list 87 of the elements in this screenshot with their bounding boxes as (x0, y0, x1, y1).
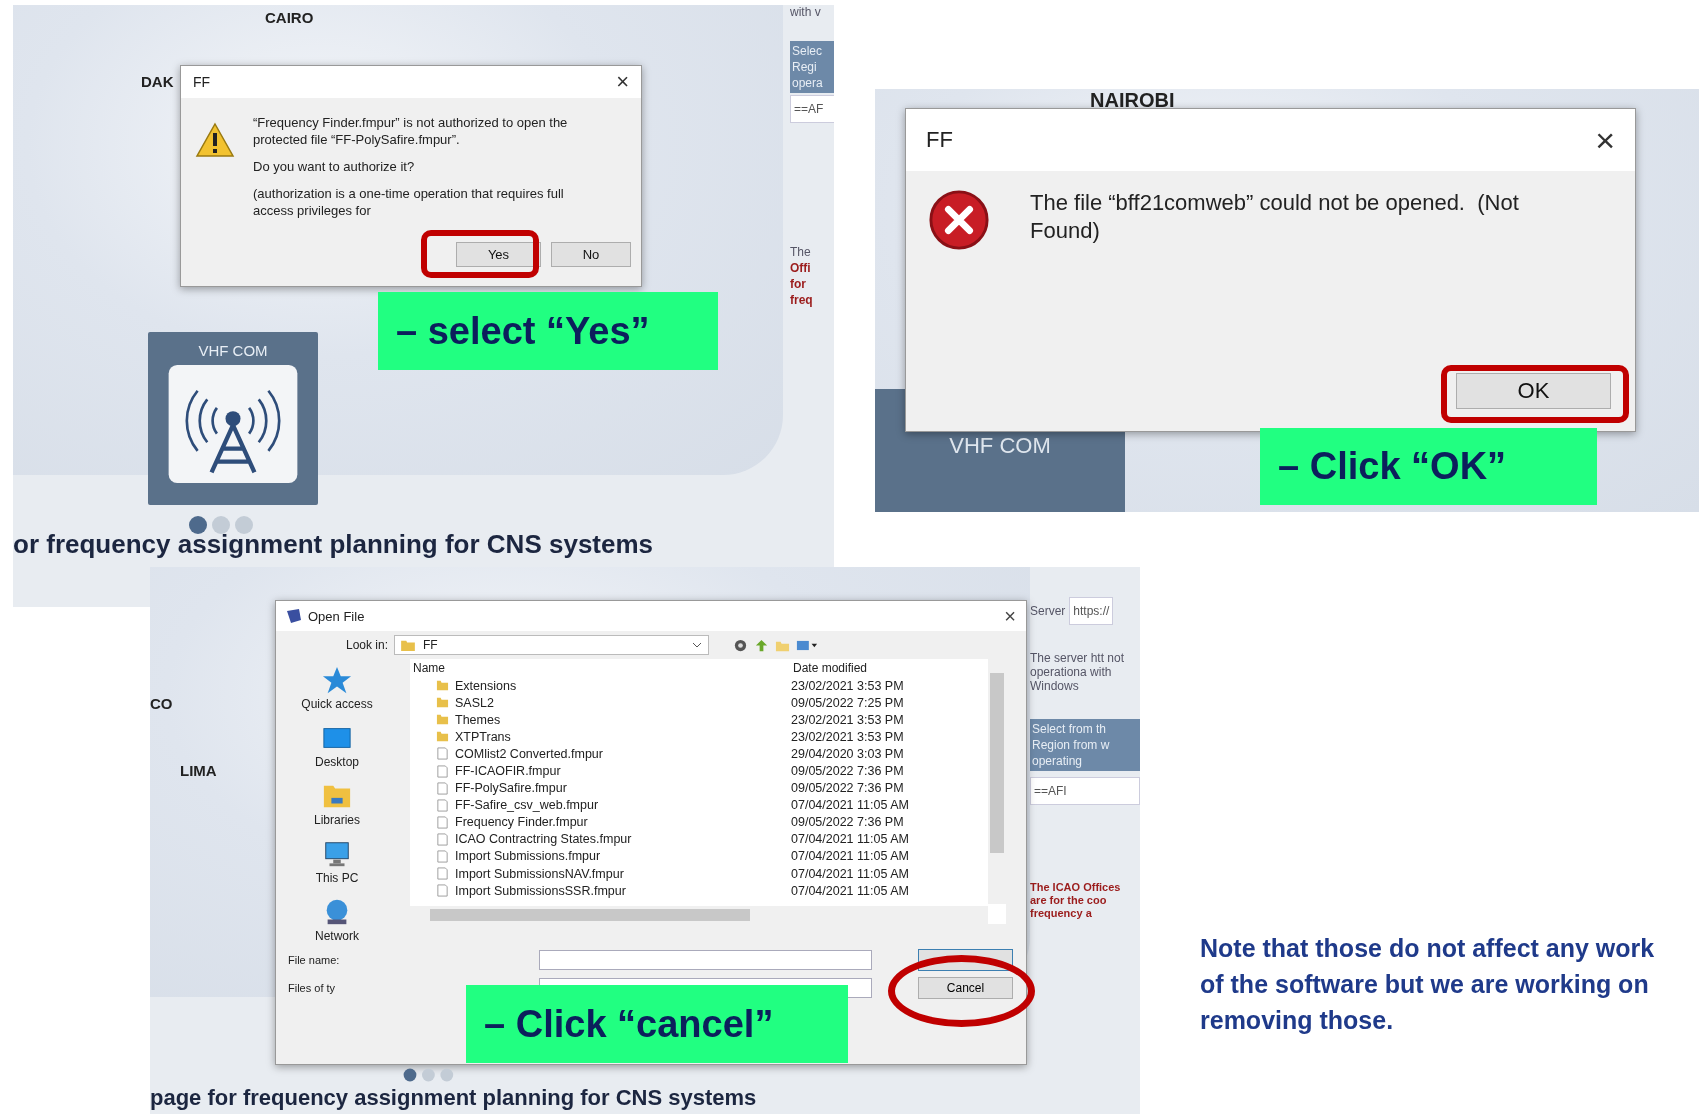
file-icon (436, 747, 449, 761)
side-text: with v (790, 5, 822, 19)
file-icon (436, 867, 449, 881)
error-message: The file “bff21comweb” could not be opened. (Not Found) (1030, 189, 1520, 245)
file-row[interactable]: FF-PolySafire.fmpur 09/05/2022 7:36 PM (410, 779, 988, 797)
cancel-button[interactable]: Cancel (918, 977, 1013, 999)
yes-button[interactable]: Yes (456, 242, 541, 267)
column-header[interactable]: Date modified (793, 661, 963, 675)
region-field: ==AF (790, 95, 834, 123)
file-icon (436, 832, 449, 846)
tile-label: VHF COM (949, 433, 1051, 460)
column-header[interactable]: Name (410, 661, 793, 675)
question-text: Do you want to authorize it? (253, 158, 416, 175)
warning-icon (195, 122, 235, 158)
places-item[interactable]: Network (315, 897, 359, 943)
icao-info-text: The ICAO Offices are for the coo frequency a (1030, 881, 1122, 920)
side-text: for (790, 277, 807, 291)
map-label: DAK (141, 73, 174, 90)
file-row[interactable]: COMlist2 Converted.fmpur 29/04/2020 3:03 PM (410, 745, 988, 763)
map-label: CAIRO (265, 9, 314, 26)
error-icon (928, 189, 990, 251)
file-row[interactable]: Frequency Finder.fmpur 09/05/2022 7:36 PM (410, 813, 988, 831)
close-button[interactable]: × (1004, 604, 1016, 628)
close-button[interactable]: × (1595, 120, 1615, 160)
side-text: Offi (790, 261, 812, 275)
star-icon (321, 665, 353, 695)
folder-icon (401, 639, 415, 651)
server-field: https:// (1069, 597, 1114, 625)
window-title: FF (926, 127, 953, 153)
scrollbar[interactable] (410, 906, 988, 924)
map-label: CO (150, 695, 173, 712)
places-item[interactable]: This PC (315, 839, 359, 885)
file-icon (436, 798, 449, 812)
file-row[interactable]: XTPTrans 23/02/2021 3:53 PM (410, 728, 988, 746)
up-folder-icon[interactable] (754, 637, 769, 653)
file-name-field[interactable] (539, 950, 872, 970)
callout-tooltip: – Click “cancel” (466, 985, 848, 1063)
ok-button[interactable]: OK (1456, 373, 1611, 409)
no-button[interactable]: No (551, 242, 631, 267)
server-info-text: The server htt not operationa with Windows (1030, 651, 1126, 693)
file-row[interactable]: FF-Safire_csv_web.fmpur 07/04/2021 11:05 AM (410, 796, 988, 814)
places-item[interactable]: Libraries (314, 781, 360, 827)
folder-icon (436, 713, 449, 727)
file-icon (436, 815, 449, 829)
caret-icon (692, 642, 702, 648)
file-row[interactable]: Import SubmissionsNAV.fmpur 07/04/2021 11:05 AM (410, 865, 988, 883)
window-title: FF (193, 74, 211, 90)
file-icon (436, 764, 449, 778)
select-label: Select from th Region from w operating (1030, 719, 1140, 771)
callout-tooltip: – Click “OK” (1260, 428, 1597, 505)
folder-icon (436, 679, 449, 693)
callout-tooltip: – select “Yes” (378, 292, 718, 370)
file-row[interactable]: Themes 23/02/2021 3:53 PM (410, 711, 988, 729)
file-row[interactable]: SASL2 09/05/2022 7:25 PM (410, 694, 988, 712)
page-headline: or frequency assignment planning for CNS systems (13, 529, 654, 560)
note-text: Note that those do not affect any work of the software but we are working on removing those. (1200, 933, 1656, 1036)
look-in-label: Look in: (344, 638, 388, 652)
page-headline: page for frequency assignment planning for CNS systems (150, 1085, 757, 1111)
side-text: freq (790, 293, 814, 307)
scrollbar[interactable] (988, 659, 1006, 904)
folder-icon (436, 730, 449, 744)
map-label: NAIROBI (1090, 89, 1175, 112)
select-label: Selec Regi opera (790, 41, 834, 93)
note-text: (authorization is a one-time operation that requires full access privileges for (253, 185, 565, 219)
file-row[interactable]: ICAO Contractring States.fmpur 07/04/2021 11:05 AM (410, 830, 988, 848)
file-icon (436, 850, 449, 863)
region-field: ==AFI (1030, 777, 1140, 805)
places-item[interactable]: Quick access (301, 665, 373, 711)
map-label: LIMA (180, 762, 217, 779)
file-type-label: Files of ty (287, 982, 337, 994)
file-row[interactable]: Extensions 23/02/2021 3:53 PM (410, 677, 988, 695)
message-text: “Frequency Finder.fmpur” is not authorized to open the protected file “FF-PolySafire.fmpur”. (253, 114, 569, 148)
folder-icon (436, 696, 449, 710)
file-row[interactable]: FF-ICAOFIR.fmpur 09/05/2022 7:36 PM (410, 762, 988, 780)
file-name-label: File name: (287, 954, 341, 966)
file-icon (436, 781, 449, 795)
file-icon (436, 884, 449, 898)
antenna-tower-icon (168, 365, 298, 483)
places-item[interactable]: Desktop (315, 723, 359, 769)
server-label: Server (1030, 604, 1066, 618)
look-in-dropdown[interactable]: FF (394, 635, 709, 655)
close-button[interactable]: × (616, 69, 629, 95)
tile-label: VHF COM (198, 342, 268, 359)
side-text: The (790, 245, 812, 259)
window-title: Open File (308, 608, 366, 624)
file-row[interactable]: Import Submissions.fmpur 07/04/2021 11:05 AM (410, 847, 988, 866)
file-row[interactable]: Import SubmissionsSSR.fmpur 07/04/2021 11:05 AM (410, 882, 988, 900)
